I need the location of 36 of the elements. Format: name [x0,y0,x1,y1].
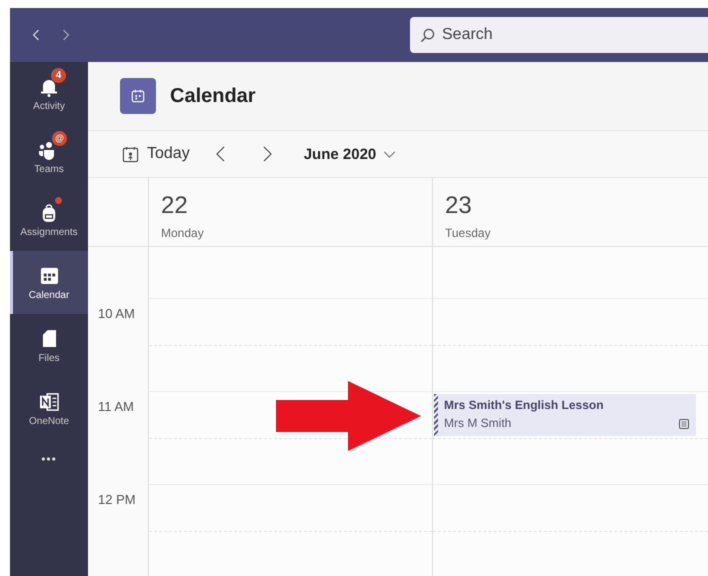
next-icon[interactable] [262,146,272,162]
more-apps-button[interactable]: ••• [41,452,57,466]
calendar-event[interactable]: Mrs Smith's English Lesson Mrs M Smith [434,394,696,436]
sidebar-item[interactable]: @ Teams [10,125,88,188]
time-label: 12 PM [98,492,136,507]
back-icon[interactable] [32,29,40,41]
today-icon [122,146,139,162]
sidebar-item[interactable]: 4 Activity [10,62,88,125]
previous-icon[interactable] [216,146,225,162]
sidebar-item[interactable]: Calendar [10,251,88,314]
sidebar-item[interactable]: OneNote [10,377,88,440]
forward-icon[interactable] [62,29,70,41]
search-field[interactable]: Search [410,17,708,53]
backpack-icon [41,202,57,222]
calendar-icon [40,266,58,285]
chevron-down-icon [383,150,396,158]
sidebar-item[interactable]: Files [10,314,88,377]
today-button[interactable]: Today [122,145,190,163]
notes-icon [678,418,690,430]
weekday-label: Monday [161,226,205,240]
sidebar-item[interactable]: Assignments [10,188,88,251]
day-number: 23 [445,192,473,220]
time-label: 11 AM [98,399,134,414]
weekday-label: Tuesday [445,226,492,240]
notebook-icon [39,392,59,410]
month-picker[interactable]: June 2020 [304,146,396,162]
event-title: Mrs Smith's English Lesson [444,398,605,412]
day-number: 22 [161,192,189,220]
page-title: Calendar [170,84,256,108]
event-organizer: Mrs M Smith [444,416,512,430]
calendar-app-icon [120,78,156,114]
notification-badge: 4 [51,68,66,82]
file-icon [42,329,56,348]
time-label: 10 AM [98,306,135,321]
mention-badge: @ [52,130,67,146]
notification-dot [55,196,62,204]
